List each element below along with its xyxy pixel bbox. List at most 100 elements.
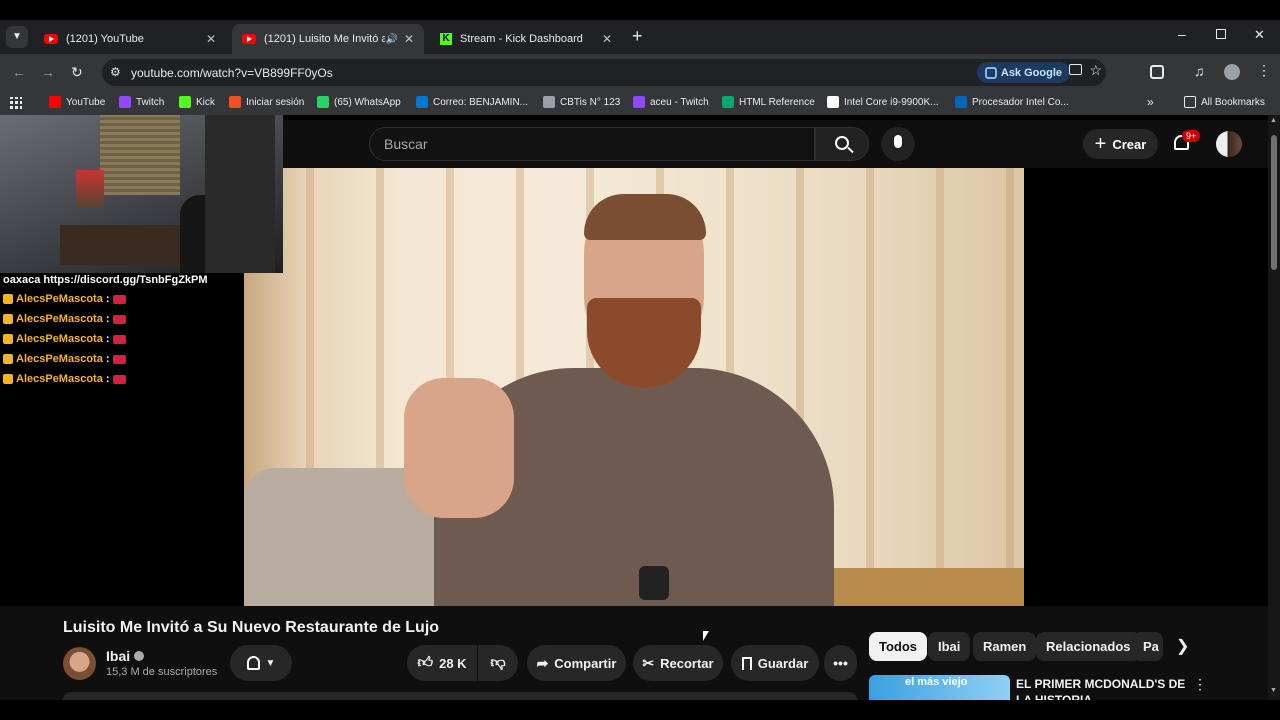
video-player[interactable] — [244, 168, 1024, 606]
bookmark-item[interactable]: aceu - Twitch — [633, 96, 709, 108]
create-label: Crear — [1112, 136, 1147, 152]
bookmark-icon — [741, 656, 752, 670]
video-title: Luisito Me Invitó a Su Nuevo Restaurante… — [63, 619, 440, 636]
tab-title: (1201) YouTube — [66, 33, 144, 45]
folder-icon — [1184, 96, 1196, 108]
minimize-icon[interactable]: – — [1178, 26, 1186, 42]
tab-youtube-home[interactable]: (1201) YouTube ✕ — [34, 24, 226, 54]
chat-badge-icon — [3, 334, 13, 345]
subscribe-notifications-button[interactable]: ▼ — [230, 645, 292, 681]
bookmark-label: Kick — [196, 96, 215, 108]
restore-icon[interactable] — [1216, 29, 1226, 39]
recommendation-title[interactable]: EL PRIMER MCDONALD'S DE LA HISTORIA — [1016, 676, 1186, 700]
bookmark-item[interactable]: YouTube — [49, 96, 105, 108]
close-tab-icon[interactable]: ✕ — [206, 32, 216, 46]
search-button[interactable] — [815, 127, 869, 161]
share-button[interactable]: ➦ Compartir — [527, 645, 626, 681]
chat-badge-icon — [3, 374, 13, 385]
reload-icon[interactable]: ↻ — [71, 64, 83, 81]
extensions-icon[interactable] — [1150, 65, 1164, 79]
tab-kick-dashboard[interactable]: K Stream - Kick Dashboard ✕ — [430, 24, 622, 54]
more-actions-button[interactable]: ••• — [824, 645, 857, 681]
chat-separator: : — [102, 333, 113, 345]
scroll-down-icon[interactable]: ▼ — [1270, 687, 1277, 694]
bookmark-favicon-icon — [543, 96, 555, 108]
bookmark-item[interactable]: Procesador Intel Co... — [955, 96, 1069, 108]
close-tab-icon[interactable]: ✕ — [404, 32, 414, 46]
voice-search-button[interactable] — [881, 127, 915, 161]
chips-scroll-right-icon[interactable]: ❯ — [1176, 636, 1189, 656]
save-button[interactable]: Guardar — [731, 645, 819, 681]
microphone-icon — [894, 135, 902, 148]
bookmark-item[interactable]: Twitch — [119, 96, 164, 108]
watch — [639, 566, 669, 600]
bookmark-label: (65) WhatsApp — [334, 96, 401, 108]
bookmark-label: Procesador Intel Co... — [972, 96, 1069, 108]
tab-video[interactable]: (1201) Luisito Me Invitó a S 🔊 ✕ — [232, 24, 424, 54]
channel-avatar[interactable] — [63, 647, 96, 680]
chat-emote-icon — [112, 374, 126, 384]
discord-line: oaxaca https://discord.gg/TsnbFgZkPM — [3, 274, 208, 286]
bookmark-favicon-icon — [49, 96, 61, 108]
forward-icon[interactable]: → — [41, 64, 55, 80]
filter-chip[interactable]: Relacionados — [1036, 632, 1141, 661]
channel-name[interactable]: Ibai — [106, 648, 145, 664]
filter-chip[interactable]: Ibai — [928, 632, 971, 661]
chat-username: AlecsPeMascota — [16, 293, 103, 305]
bookmark-label: Iniciar sesión — [246, 96, 305, 108]
account-avatar[interactable] — [1216, 131, 1242, 157]
ask-google-button[interactable]: Ask Google — [976, 62, 1070, 83]
search-input[interactable]: Buscar — [369, 127, 815, 161]
profile-avatar[interactable] — [1224, 64, 1240, 80]
filter-chip[interactable]: Todos — [869, 632, 928, 661]
create-button[interactable]: + Crear — [1083, 129, 1158, 159]
bookmark-label: CBTis N° 123 — [560, 96, 621, 108]
all-bookmarks-label: All Bookmarks — [1201, 96, 1265, 108]
scrollbar-thumb[interactable] — [1271, 135, 1277, 270]
media-control-icon[interactable]: ♫ — [1194, 63, 1205, 79]
bookmark-item[interactable]: HTML Reference — [722, 96, 815, 108]
mouse-cursor-icon — [703, 631, 709, 641]
all-bookmarks-button[interactable]: All Bookmarks — [1184, 96, 1265, 108]
menu-kebab-icon[interactable]: ⋮ — [1257, 62, 1271, 79]
toolbar: ← → ↻ ⚙ youtube.com/watch?v=VB899FF0yOs … — [0, 54, 1280, 90]
close-window-icon[interactable]: ✕ — [1254, 27, 1265, 43]
bookmark-favicon-icon — [722, 96, 734, 108]
recommendation-menu-icon[interactable]: ⋮ — [1193, 676, 1207, 693]
channel-name-label: Ibai — [106, 648, 131, 664]
chat-badge-icon — [3, 354, 13, 365]
like-button[interactable]: 👍︎ 28 K — [407, 645, 477, 681]
chat-separator: : — [102, 353, 113, 365]
install-app-icon[interactable] — [1069, 64, 1082, 75]
chevron-down-icon: ▼ — [265, 657, 276, 669]
search-icon-handle — [847, 146, 854, 154]
audio-playing-icon[interactable]: 🔊 — [385, 34, 397, 45]
bookmark-star-icon[interactable]: ☆ — [1089, 62, 1102, 79]
bookmark-item[interactable]: Iniciar sesión — [229, 96, 304, 108]
bookmark-item[interactable]: Correo: BENJAMIN... — [416, 96, 528, 108]
clip-button[interactable]: ✂ Recortar — [633, 645, 723, 681]
new-tab-button[interactable]: + — [632, 26, 643, 47]
back-icon[interactable]: ← — [12, 64, 26, 80]
bookmark-item[interactable]: Intel Core i9-9900K... — [827, 96, 939, 108]
page-scrollbar[interactable]: ▲ ▼ — [1268, 115, 1280, 700]
site-info-icon[interactable]: ⚙ — [110, 65, 121, 79]
apps-grid-icon[interactable] — [10, 97, 22, 109]
notifications-button[interactable]: 9+ — [1171, 130, 1201, 156]
address-bar[interactable]: ⚙ youtube.com/watch?v=VB899FF0yOs Ask Go… — [102, 59, 1106, 86]
scroll-up-icon[interactable]: ▲ — [1270, 117, 1277, 124]
dislike-button[interactable]: 👎︎ — [478, 645, 518, 681]
bookmark-item[interactable]: (65) WhatsApp — [317, 96, 401, 108]
filter-chip[interactable]: Pa — [1133, 632, 1163, 661]
bookmark-item[interactable]: Kick — [179, 96, 215, 108]
chat-separator: : — [102, 373, 113, 385]
close-tab-icon[interactable]: ✕ — [602, 32, 612, 46]
chat-badge-icon — [3, 294, 13, 305]
more-bookmarks-icon[interactable]: » — [1147, 95, 1154, 109]
chat-username: AlecsPeMascota — [16, 333, 103, 345]
like-count: 28 K — [439, 655, 467, 671]
bookmark-item[interactable]: CBTis N° 123 — [543, 96, 620, 108]
tab-search-button[interactable]: ▼ — [6, 26, 28, 48]
recommendation-thumbnail[interactable]: el más viejo — [869, 675, 1010, 700]
filter-chip[interactable]: Ramen — [973, 632, 1037, 661]
